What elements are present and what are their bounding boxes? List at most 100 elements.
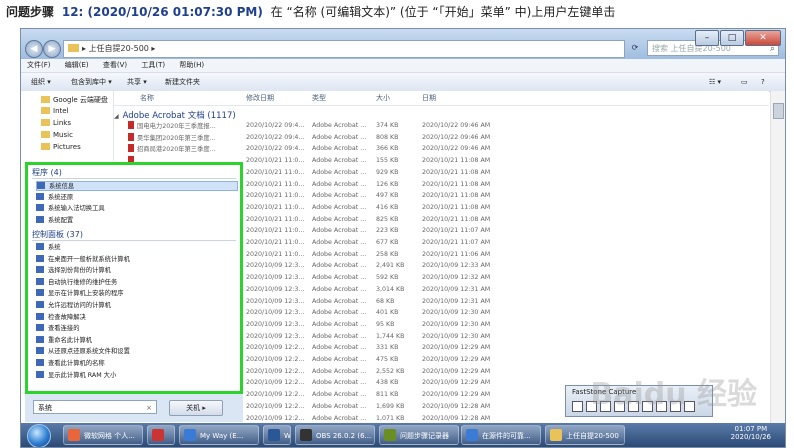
column-header: 名称 修改日期 类型 大小 日期 <box>114 91 769 106</box>
pdf-icon <box>128 144 134 153</box>
folder-icon <box>41 107 50 114</box>
include-library-button[interactable]: 包含到库中 ▾ <box>71 73 112 91</box>
control-panel-item[interactable]: 重命名此计算机 <box>36 335 238 346</box>
minimize-button[interactable]: – <box>695 30 719 46</box>
app-icon <box>268 429 280 441</box>
program-icon <box>36 243 44 250</box>
navigation-pane: Google 云端硬盘 Intel Links Music Pictures <box>21 91 114 161</box>
nav-item[interactable]: Links <box>41 119 71 127</box>
cell-size: 331 KB <box>376 344 399 352</box>
control-panel-item[interactable]: 检查故障解决 <box>36 312 238 323</box>
control-panel-item[interactable]: 允许远程访问的计算机 <box>36 301 238 311</box>
taskbar-item[interactable]: OBS 26.0.2 (6... <box>295 425 375 445</box>
cell-date: 2020/10/21 11:08 AM <box>422 192 491 200</box>
maximize-button[interactable]: □ <box>720 30 744 46</box>
menu-file[interactable]: 文件(F) <box>27 61 51 69</box>
col-size[interactable]: 大小 <box>376 91 390 105</box>
program-item[interactable]: 系统信息 <box>36 181 238 191</box>
control-panel-item[interactable]: 查看此计算机的名称 <box>36 359 238 369</box>
cell-type: Adobe Acrobat ... <box>312 203 367 211</box>
scroll-thumb[interactable] <box>773 103 784 119</box>
close-button[interactable]: ✕ <box>745 30 781 46</box>
cell-date: 2020/10/09 12:33 AM <box>422 262 491 270</box>
nav-item[interactable]: Pictures <box>41 143 81 151</box>
folder-icon <box>68 44 79 52</box>
cell-size: 475 KB <box>376 356 399 363</box>
col-type[interactable]: 类型 <box>312 91 326 105</box>
nav-item[interactable]: Google 云端硬盘 <box>41 95 108 105</box>
control-panel-item[interactable]: 显示在计算机上安装的程序 <box>36 289 238 299</box>
forward-button[interactable]: ▶ <box>43 40 61 58</box>
cell-name: 昊华集团2020年第三季度... <box>128 132 216 144</box>
control-panel-item[interactable]: 自动执行维修的维护任务 <box>36 277 238 288</box>
program-item[interactable]: 系统配置 <box>36 215 238 226</box>
start-search-input[interactable]: 系统 × <box>33 400 157 414</box>
col-name[interactable]: 名称 <box>140 91 154 105</box>
taskbar-item-label: My Way (E... <box>200 432 244 440</box>
pdf-icon <box>128 132 134 141</box>
menu-help[interactable]: 帮助(H) <box>179 61 204 69</box>
folder-icon <box>41 131 50 138</box>
program-item[interactable]: 系统输入法切换工具 <box>36 204 238 214</box>
shutdown-button[interactable]: 关机 ▸ <box>169 400 223 416</box>
control-panel-item[interactable]: 从还原点还原系统文件和设置 <box>36 347 238 357</box>
address-bar[interactable]: ▸ 上任自提20-500 ▸ <box>63 40 625 58</box>
control-panel-item[interactable]: 选择别份背份的计算机 <box>36 266 238 276</box>
folder-icon <box>41 119 50 126</box>
taskbar-item[interactable] <box>147 425 175 445</box>
back-button[interactable]: ◀ <box>25 40 43 58</box>
control-panel-item[interactable]: 系统 <box>36 243 238 253</box>
control-panel-item[interactable]: 显示此计算机 RAM 大小 <box>36 370 238 381</box>
col-modified[interactable]: 修改日期 <box>246 91 274 105</box>
share-button[interactable]: 共享 ▾ <box>127 73 147 91</box>
menu-tools[interactable]: 工具(T) <box>141 61 165 69</box>
cell-size: 677 KB <box>376 239 399 246</box>
nav-item[interactable]: Music <box>41 131 73 139</box>
taskbar-item[interactable]: 在源件的可靠... <box>461 425 541 445</box>
menu-edit[interactable]: 编辑(E) <box>65 61 89 69</box>
clock[interactable]: 01:07 PM 2020/10/26 <box>731 425 771 441</box>
program-item[interactable]: 系统还原 <box>36 192 238 203</box>
taskbar-item[interactable]: W <box>263 425 291 445</box>
start-button[interactable] <box>27 424 51 447</box>
control-panel-item[interactable]: 在桌面开一般析就系统计算机 <box>36 254 238 265</box>
cell-mod: 2020/10/09 12:3... <box>246 309 305 317</box>
help-icon[interactable]: ? <box>761 73 765 91</box>
taskbar-item[interactable]: 上任自提20-500 <box>545 425 625 445</box>
new-folder-button[interactable]: 新建文件夹 <box>165 73 200 91</box>
control-panel-label: 重命名此计算机 <box>48 336 93 344</box>
program-icon <box>36 347 44 355</box>
nav-item[interactable]: Intel <box>41 107 69 115</box>
capture-window-icon[interactable] <box>572 401 583 412</box>
taskbar-item[interactable]: My Way (E... <box>179 425 259 445</box>
table-row[interactable]: 昊华集团2020年第三季度... 2020/10/22 09:4... Adobe … <box>114 132 769 144</box>
cell-mod: 2020/10/21 11:0... <box>246 215 305 223</box>
control-panel-header[interactable]: 控制面板 (37) <box>32 229 83 240</box>
col-date[interactable]: 日期 <box>422 91 436 105</box>
group-header[interactable]: ◢ Adobe Acrobat 文档 (1117) <box>114 109 236 121</box>
cell-type: Adobe Acrobat ... <box>312 239 367 246</box>
program-label: 系统信息 <box>49 183 75 190</box>
menu-view[interactable]: 查看(V) <box>103 61 127 69</box>
table-row[interactable]: 国电电力2020年三季度报... 2020/10/22 09:4... Adobe … <box>114 121 769 131</box>
organize-button[interactable]: 组织 ▾ <box>31 73 51 91</box>
programs-header[interactable]: 程序 (4) <box>32 167 62 178</box>
cell-type: Adobe Acrobat ... <box>312 332 367 340</box>
refresh-icon[interactable]: ⟳ <box>627 40 643 56</box>
view-options-icon[interactable]: ☷ ▾ <box>709 73 721 91</box>
address-text: ▸ 上任自提20-500 ▸ <box>82 44 156 53</box>
cell-type: Adobe Acrobat ... <box>312 379 367 387</box>
taskbar-item[interactable]: 问题步骤记录器 <box>379 425 459 445</box>
control-panel-item[interactable]: 查看连接的 <box>36 324 238 334</box>
step-meta: 12: (2020/10/26 01:07:30 PM) <box>61 5 263 19</box>
cell-mod: 2020/10/22 09:4... <box>246 145 305 153</box>
cell-size: 929 KB <box>376 168 399 176</box>
table-row[interactable]: 招商局港2020年第三季度... 2020/10/22 09:4... Adobe … <box>114 144 769 154</box>
taskbar-item[interactable]: 微软网格 个人... <box>63 425 143 445</box>
clear-search-icon[interactable]: × <box>146 401 152 415</box>
cell-date: 2020/10/09 12:29 AM <box>422 391 491 399</box>
vertical-scrollbar[interactable] <box>770 91 785 431</box>
cell-name: 招商局港2020年第三季度... <box>128 144 216 155</box>
preview-pane-icon[interactable]: ▭ <box>741 73 748 91</box>
cell-mod: 2020/10/21 11:0... <box>246 192 305 200</box>
